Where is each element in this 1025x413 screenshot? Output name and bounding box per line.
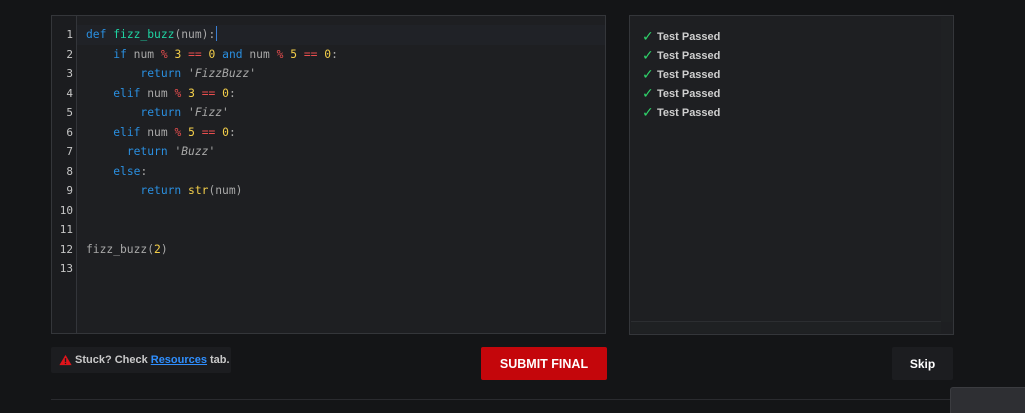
code-token: else — [113, 164, 141, 178]
skip-button[interactable]: Skip — [892, 347, 953, 380]
check-icon: ✓ — [642, 67, 654, 83]
code-token: % — [174, 125, 182, 139]
code-token: 'FizzBuzz' — [188, 67, 257, 80]
code-token: num — [147, 86, 168, 100]
hint-text: Stuck? Check — [75, 354, 148, 366]
code-token: % — [174, 86, 182, 100]
line-number-gutter: 1 2 3 4 5 6 7 8 9 10 11 12 13 — [52, 16, 77, 333]
code-token: 'Buzz' — [174, 145, 216, 158]
code-token: fizz_buzz( — [86, 242, 155, 256]
check-icon: ✓ — [642, 105, 654, 121]
code-line[interactable]: else: — [86, 162, 147, 182]
code-token: 'Fizz' — [188, 106, 229, 119]
code-token: ) — [160, 242, 168, 256]
test-result-item: ✓ Test Passed — [642, 47, 720, 65]
code-token: == — [188, 47, 202, 61]
line-number: 13 — [59, 262, 73, 275]
divider — [51, 399, 955, 400]
code-line[interactable]: return 'Buzz' — [86, 142, 215, 162]
code-token: == — [201, 125, 216, 139]
code-token: 3 — [174, 47, 182, 61]
hint-suffix: tab. — [210, 354, 230, 366]
code-token: num — [147, 125, 168, 139]
line-number: 5 — [66, 106, 73, 119]
line-number: 11 — [59, 223, 73, 236]
code-line[interactable]: return str(num) — [86, 181, 242, 201]
line-number: 10 — [59, 203, 73, 217]
code-token: num — [133, 47, 155, 61]
code-line[interactable]: fizz_buzz(2) — [86, 240, 168, 260]
code-token: == — [303, 47, 318, 61]
code-token: def — [86, 28, 107, 41]
test-result-label: Test Passed — [657, 50, 721, 62]
code-token: return — [126, 145, 168, 158]
code-token: return — [140, 67, 182, 80]
code-token: 0 — [222, 125, 229, 139]
code-token: % — [276, 47, 284, 61]
line-number: 4 — [66, 86, 73, 100]
test-result-item: ✓ Test Passed — [642, 66, 720, 84]
warning-icon — [59, 354, 72, 366]
test-results-panel: ✓ Test Passed ✓ Test Passed ✓ Test Passe… — [629, 15, 954, 335]
code-token: elif — [113, 125, 141, 139]
code-line[interactable]: if num % 3 == 0 and num % 5 == 0: — [86, 45, 338, 65]
code-line[interactable]: return 'FizzBuzz' — [86, 64, 256, 84]
test-result-item: ✓ Test Passed — [642, 104, 720, 122]
line-number: 7 — [66, 145, 73, 158]
test-result-item: ✓ Test Passed — [642, 28, 720, 46]
code-token: elif — [113, 86, 141, 100]
check-icon: ✓ — [642, 29, 654, 45]
code-token: 3 — [188, 86, 195, 100]
code-token: return — [140, 106, 182, 119]
line-number: 8 — [66, 164, 73, 178]
submit-final-button[interactable]: SUBMIT FINAL — [481, 347, 607, 380]
code-token: : — [140, 164, 148, 178]
corner-panel — [950, 387, 1025, 413]
resources-tab-link[interactable]: Resources — [151, 354, 207, 366]
line-number: 2 — [66, 47, 73, 61]
code-token: : — [228, 86, 236, 100]
code-token: 0 — [222, 86, 229, 100]
test-result-label: Test Passed — [657, 69, 721, 81]
code-token: 5 — [290, 47, 298, 61]
line-number: 1 — [66, 28, 73, 41]
code-token: (num): — [174, 28, 216, 41]
code-line[interactable]: elif num % 3 == 0: — [86, 84, 236, 104]
text-caret — [216, 26, 218, 41]
code-token: : — [331, 47, 338, 61]
stuck-hint: Stuck? Check Resources tab. — [51, 347, 231, 373]
line-number: 3 — [66, 67, 73, 80]
code-line[interactable]: return 'Fizz' — [86, 103, 229, 123]
test-result-label: Test Passed — [657, 107, 721, 119]
code-token: if — [113, 47, 127, 61]
vertical-scrollbar[interactable] — [941, 17, 952, 322]
code-token: fizz_buzz — [113, 28, 175, 41]
code-token: num — [249, 47, 270, 61]
code-token: 0 — [208, 47, 216, 61]
test-result-label: Test Passed — [657, 88, 721, 100]
horizontal-scrollbar[interactable] — [631, 321, 941, 333]
code-token: (num) — [208, 184, 243, 197]
code-token: 2 — [154, 242, 161, 256]
test-result-item: ✓ Test Passed — [642, 85, 720, 103]
code-token: return — [140, 184, 182, 197]
code-token: 5 — [188, 125, 195, 139]
code-token: and — [222, 47, 243, 61]
code-token: == — [201, 86, 216, 100]
check-icon: ✓ — [642, 86, 654, 102]
code-token: : — [228, 125, 236, 139]
line-number: 12 — [59, 242, 73, 256]
code-editor[interactable]: 1 2 3 4 5 6 7 8 9 10 11 12 13 def fizz_b… — [51, 15, 606, 334]
code-line[interactable]: def fizz_buzz(num): — [86, 25, 218, 45]
code-token: % — [160, 47, 168, 61]
line-number: 6 — [66, 125, 73, 139]
test-result-label: Test Passed — [657, 31, 721, 43]
code-token: str — [188, 184, 209, 197]
check-icon: ✓ — [642, 48, 654, 64]
line-number: 9 — [66, 184, 73, 197]
code-line[interactable]: elif num % 5 == 0: — [86, 123, 236, 143]
